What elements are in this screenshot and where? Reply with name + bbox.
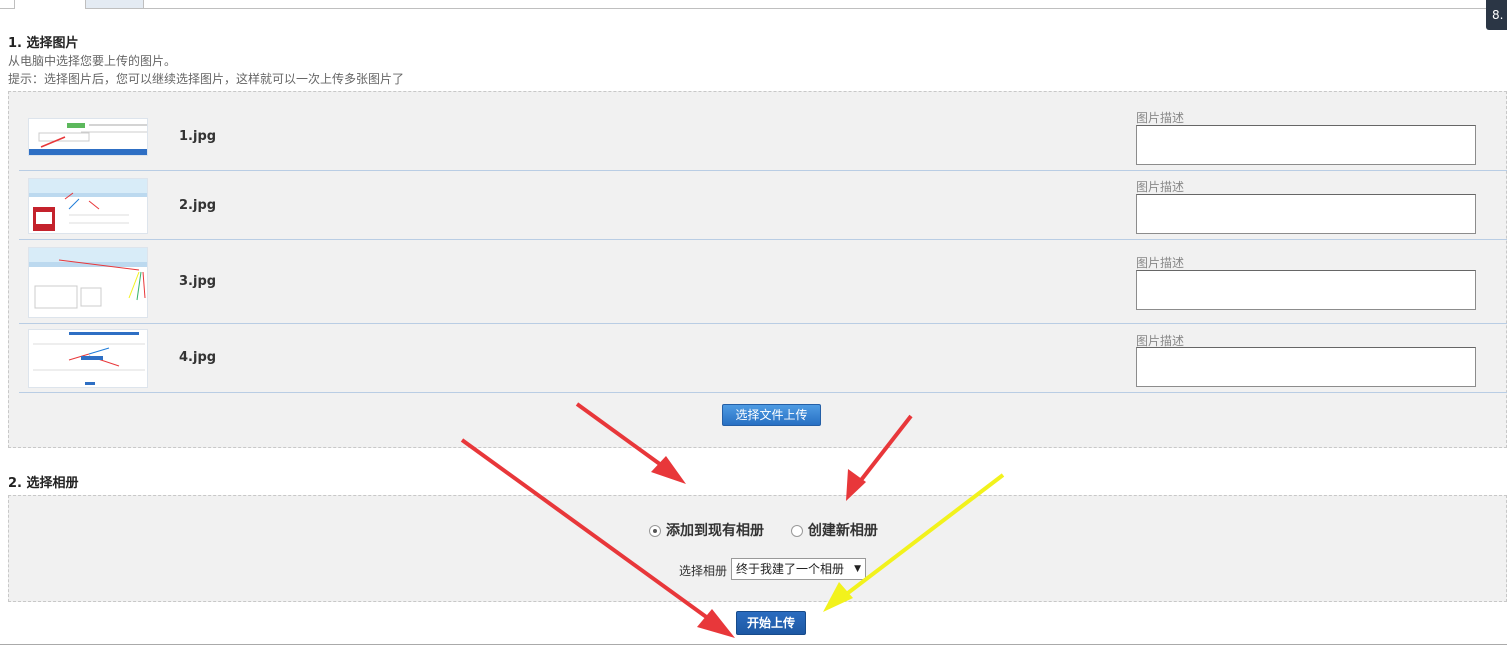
tab-strip <box>0 0 1507 9</box>
image-desc-label: 图片描述 <box>1136 180 1185 194</box>
section1-tip-text: 提示：选择图片后，您可以继续选择图片，这样就可以一次上传多张图片了 <box>8 72 405 86</box>
image-row: 3.jpg 图片描述 <box>19 240 1507 324</box>
image-filename: 2.jpg <box>179 198 217 213</box>
section1-help-text: 从电脑中选择您要上传的图片。 <box>8 54 177 68</box>
image-desc-input[interactable] <box>1136 347 1476 387</box>
image-filename: 4.jpg <box>179 350 217 365</box>
image-row: 1.jpg 图片描述 <box>19 92 1507 171</box>
image-filename: 3.jpg <box>179 274 217 289</box>
select-file-upload-button[interactable]: 选择文件上传 <box>722 404 821 426</box>
album-select-label: 选择相册 <box>679 564 728 578</box>
radio-new-label[interactable]: 创建新相册 <box>808 523 878 539</box>
start-upload-button[interactable]: 开始上传 <box>736 611 806 635</box>
radio-existing-label[interactable]: 添加到现有相册 <box>666 523 764 539</box>
image-thumbnail <box>28 178 148 234</box>
bottom-divider <box>0 644 1507 645</box>
image-row: 2.jpg 图片描述 <box>19 171 1507 240</box>
radio-existing-album[interactable]: 添加到现有相册 <box>649 523 769 539</box>
image-row: 4.jpg 图片描述 <box>19 324 1507 393</box>
album-select[interactable]: 终于我建了一个相册 ▼ <box>731 558 866 580</box>
image-desc-label: 图片描述 <box>1136 111 1185 125</box>
album-radio-group: 添加到现有相册 创建新相册 <box>649 520 878 540</box>
radio-existing-indicator[interactable] <box>649 525 661 537</box>
section2-title: 2. 选择相册 <box>8 476 79 491</box>
thumbnail-1-graphic <box>29 119 147 155</box>
thumbnail-2-graphic <box>29 179 147 231</box>
tab-strip-border <box>0 8 1507 9</box>
image-thumbnail <box>28 329 148 388</box>
image-desc-label: 图片描述 <box>1136 256 1185 270</box>
section1-title: 1. 选择图片 <box>8 36 79 51</box>
image-thumbnail <box>28 247 148 318</box>
image-list-panel: 1.jpg 图片描述 2.jpg 图片描述 3.jpg 图片描述 4.jpg 图… <box>8 91 1507 448</box>
album-panel: 添加到现有相册 创建新相册 选择相册 终于我建了一个相册 ▼ <box>8 495 1507 602</box>
image-thumbnail <box>28 118 148 156</box>
image-filename: 1.jpg <box>179 129 217 144</box>
image-desc-input[interactable] <box>1136 125 1476 165</box>
tab-active[interactable] <box>14 0 86 9</box>
image-desc-input[interactable] <box>1136 270 1476 310</box>
thumbnail-4-graphic <box>29 330 147 387</box>
chevron-down-icon: ▼ <box>854 564 861 574</box>
radio-new-indicator[interactable] <box>790 525 803 537</box>
image-desc-input[interactable] <box>1136 194 1476 234</box>
tab-inactive[interactable] <box>86 0 144 8</box>
thumbnail-3-graphic <box>29 248 147 309</box>
album-select-value: 终于我建了一个相册 <box>736 562 845 576</box>
corner-badge: 8. <box>1486 0 1507 30</box>
radio-new-album[interactable]: 创建新相册 <box>790 523 878 539</box>
